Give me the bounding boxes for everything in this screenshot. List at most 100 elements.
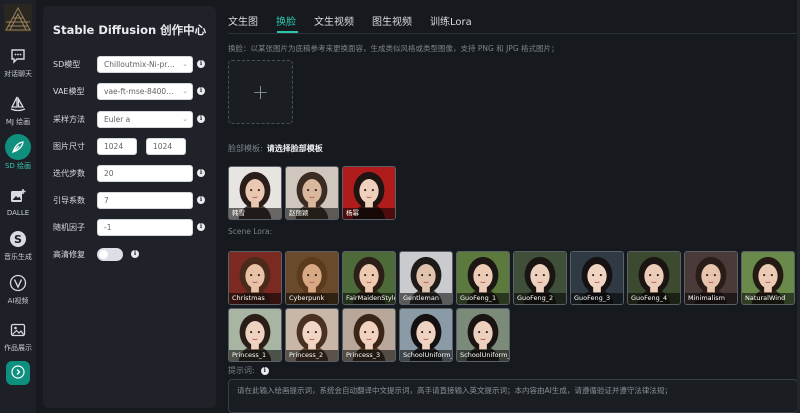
upload-image-button[interactable]: +	[228, 60, 293, 124]
nav-label: 音乐生成	[4, 253, 32, 261]
svg-text:S: S	[14, 233, 22, 246]
scene-lora-label: Scene Lora:	[228, 227, 273, 236]
scene-lora-card[interactable]: NaturalWind	[741, 251, 795, 305]
video-v-icon	[8, 273, 28, 293]
scene-lora-card[interactable]: FairMaidenStyle	[342, 251, 396, 305]
tab-text-to-image[interactable]: 文生图	[228, 13, 258, 28]
nav-item-dalle[interactable]: DALLE	[0, 184, 36, 224]
scene-lora-card-caption: GuoFeng_2	[514, 293, 566, 304]
sampler-select[interactable]: Euler a ⌄	[97, 110, 193, 128]
scene-lora-card[interactable]: Princess_2	[285, 308, 339, 362]
vae-select[interactable]: vae-ft-mse-840000... ⌄	[97, 82, 193, 100]
seed-input[interactable]: -1	[97, 218, 193, 236]
face-template-card[interactable]: 杨幂	[342, 166, 396, 220]
music-s-icon: S	[8, 229, 28, 249]
size-row: 图片尺寸 1024 1024	[53, 137, 213, 155]
scene-lora-card[interactable]: Minimalism	[684, 251, 738, 305]
plus-icon: +	[252, 80, 269, 104]
info-icon[interactable]: i	[197, 87, 205, 95]
info-icon[interactable]: i	[197, 196, 205, 204]
nav-item-sd[interactable]: SD 绘画	[0, 134, 36, 174]
info-icon[interactable]: i	[197, 223, 205, 231]
scene-lora-card-caption: Christmas	[229, 293, 281, 304]
prompt-label-row: 提示词: i	[228, 365, 269, 376]
chevron-down-icon: ⌄	[182, 86, 188, 95]
scene-lora-card-caption: Minimalism	[685, 293, 737, 304]
height-input[interactable]: 1024	[146, 137, 186, 155]
face-template-card[interactable]: 韩雪	[228, 166, 282, 220]
main-area: 文生图 换脸 文生视频 图生视频 训练Lora 换脸：以某张图片为底稿参考来更换…	[222, 0, 800, 413]
expand-nav-button[interactable]	[6, 361, 30, 385]
scene-lora-card[interactable]: GuoFeng_1	[456, 251, 510, 305]
scene-lora-card[interactable]: Christmas	[228, 251, 282, 305]
prompt-textarea[interactable]: 请在此输入绘画提示词，系统会自动翻译中文提示词，高手请直接输入英文提示词；本内容…	[228, 379, 798, 413]
scene-lora-card[interactable]: SchoolUniform_2	[456, 308, 510, 362]
sampler-value: Euler a	[104, 114, 131, 124]
cfg-input[interactable]: 7	[97, 191, 193, 209]
sampler-row: 采样方法 Euler a ⌄ i	[53, 110, 213, 128]
scene-lora-card[interactable]: GuoFeng_4	[627, 251, 681, 305]
compass-icon	[5, 134, 31, 160]
nav-label: 对话聊天	[4, 70, 32, 78]
nav-label: MJ 绘画	[5, 118, 31, 126]
scene-lora-card[interactable]: GuoFeng_2	[513, 251, 567, 305]
tab-face-swap[interactable]: 换脸	[276, 13, 296, 28]
face-template-card[interactable]: 赵丽颖	[285, 166, 339, 220]
scene-lora-card-caption: FairMaidenStyle	[343, 293, 395, 304]
sailboat-icon	[8, 94, 28, 114]
nav-label: 作品展示	[4, 344, 32, 352]
scene-lora-card[interactable]: Princess_3	[342, 308, 396, 362]
info-icon[interactable]: i	[131, 250, 139, 258]
hires-row: 高清修复 i	[53, 245, 213, 263]
nav-item-video[interactable]: AI视频	[0, 271, 36, 311]
info-icon[interactable]: i	[197, 60, 205, 68]
chat-icon	[8, 46, 28, 66]
seed-label: 随机因子	[53, 222, 85, 232]
scene-lora-card-caption: Cyberpunk	[286, 293, 338, 304]
vae-row: VAE模型 vae-ft-mse-840000... ⌄ i	[53, 82, 213, 100]
nav-label: AI视频	[7, 297, 29, 305]
vae-label: VAE模型	[53, 86, 85, 96]
nav-item-chat[interactable]: 对话聊天	[0, 44, 36, 84]
sd-model-row: SD模型 Chilloutmix-Ni-pru... ⌄ i	[53, 55, 213, 73]
tab-train-lora[interactable]: 训练Lora	[430, 13, 472, 28]
scene-lora-card-caption: GuoFeng_3	[571, 293, 623, 304]
steps-row: 迭代步数 20 i	[53, 164, 213, 182]
choose-face-template-link[interactable]: 请选择脸部模板	[267, 144, 323, 153]
scene-lora-card[interactable]: Princess_1	[228, 308, 282, 362]
size-label: 图片尺寸	[53, 141, 85, 151]
chevron-down-icon: ⌄	[182, 114, 188, 123]
scene-lora-card-caption: Princess_1	[229, 350, 281, 361]
panel-title: Stable Diffusion 创作中心	[52, 23, 207, 37]
width-input[interactable]: 1024	[97, 137, 137, 155]
sd-model-select[interactable]: Chilloutmix-Ni-pru... ⌄	[97, 55, 193, 73]
vae-value: vae-ft-mse-840000...	[104, 86, 183, 96]
tab-image-to-video[interactable]: 图生视频	[372, 13, 412, 28]
nav-label: SD 绘画	[4, 162, 32, 170]
sd-model-value: Chilloutmix-Ni-pru...	[104, 59, 180, 69]
scene-lora-card-caption: Princess_3	[343, 350, 395, 361]
info-icon[interactable]: i	[197, 169, 205, 177]
tab-text-to-video[interactable]: 文生视频	[314, 13, 354, 28]
scene-lora-card[interactable]: Cyberpunk	[285, 251, 339, 305]
steps-input[interactable]: 20	[97, 164, 193, 182]
hires-label: 高清修复	[53, 249, 85, 259]
sampler-label: 采样方法	[53, 114, 85, 124]
scene-lora-card[interactable]: SchoolUniform_1	[399, 308, 453, 362]
chevron-down-icon: ⌄	[182, 59, 188, 68]
tabs-divider	[228, 33, 798, 34]
swap-hint: 换脸：以某张图片为底稿参考来更换面容，生成类似风格或类型图像，支持 PNG 和 …	[228, 44, 559, 53]
app-logo[interactable]	[4, 4, 32, 32]
nav-item-mj[interactable]: MJ 绘画	[0, 92, 36, 132]
nav-item-gallery[interactable]: 作品展示	[0, 318, 36, 358]
hires-toggle[interactable]	[97, 247, 123, 261]
scene-lora-card[interactable]: GuoFeng_3	[570, 251, 624, 305]
nav-label: DALLE	[6, 209, 30, 217]
info-icon[interactable]: i	[197, 115, 205, 123]
scene-lora-card[interactable]: Gentleman	[399, 251, 453, 305]
info-icon[interactable]: i	[260, 366, 269, 375]
scene-lora-card-caption: GuoFeng_1	[457, 293, 509, 304]
nav-item-music[interactable]: S 音乐生成	[0, 227, 36, 267]
steps-label: 迭代步数	[53, 168, 85, 178]
chevron-right-icon	[11, 364, 25, 383]
